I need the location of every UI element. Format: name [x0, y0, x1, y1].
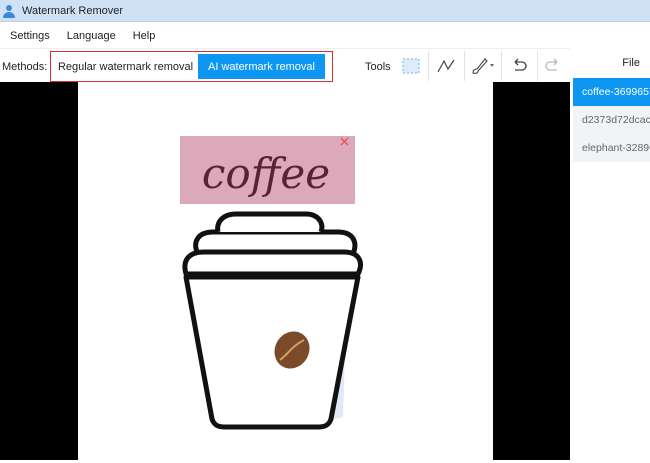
window-title: Watermark Remover	[22, 4, 124, 17]
methods-label: Methods:	[2, 61, 48, 73]
undo-button[interactable]	[504, 53, 534, 79]
file-item[interactable]: d2373d72dcac2	[573, 106, 650, 134]
rectangle-select-icon	[402, 58, 420, 74]
image-canvas[interactable]: coffee	[0, 82, 570, 460]
file-item[interactable]: elephant-32896	[573, 134, 650, 162]
polyline-tool[interactable]	[431, 53, 461, 79]
undo-icon	[514, 58, 527, 71]
image-preview: coffee	[78, 82, 493, 460]
menu-settings[interactable]: Settings	[10, 30, 50, 42]
title-bar: Watermark Remover	[0, 0, 650, 22]
brush-icon	[472, 58, 494, 74]
file-item[interactable]: coffee-3699657_	[573, 78, 650, 106]
rect-select-tool[interactable]	[396, 53, 426, 79]
menu-language[interactable]: Language	[67, 30, 116, 42]
file-list-panel: File coffee-3699657_ d2373d72dcac2 eleph…	[570, 48, 650, 460]
app-user-icon	[3, 4, 15, 18]
file-list-header: File	[622, 57, 640, 69]
regular-removal-button[interactable]: Regular watermark removal	[53, 54, 198, 79]
watermark-text: coffee	[202, 149, 330, 198]
polyline-icon	[437, 59, 455, 73]
methods-selector: Regular watermark removal AI watermark r…	[50, 51, 333, 82]
redo-icon	[545, 58, 558, 71]
menu-help[interactable]: Help	[133, 30, 156, 42]
brush-tool[interactable]	[465, 53, 499, 79]
ai-removal-button[interactable]: AI watermark removal	[198, 54, 325, 79]
coffee-cup-image: coffee	[180, 136, 363, 430]
redo-button[interactable]	[538, 53, 568, 79]
toolbar: Methods: Regular watermark removal AI wa…	[0, 48, 650, 82]
tools-label: Tools	[365, 61, 391, 73]
menu-bar: Settings Language Help	[0, 23, 650, 48]
